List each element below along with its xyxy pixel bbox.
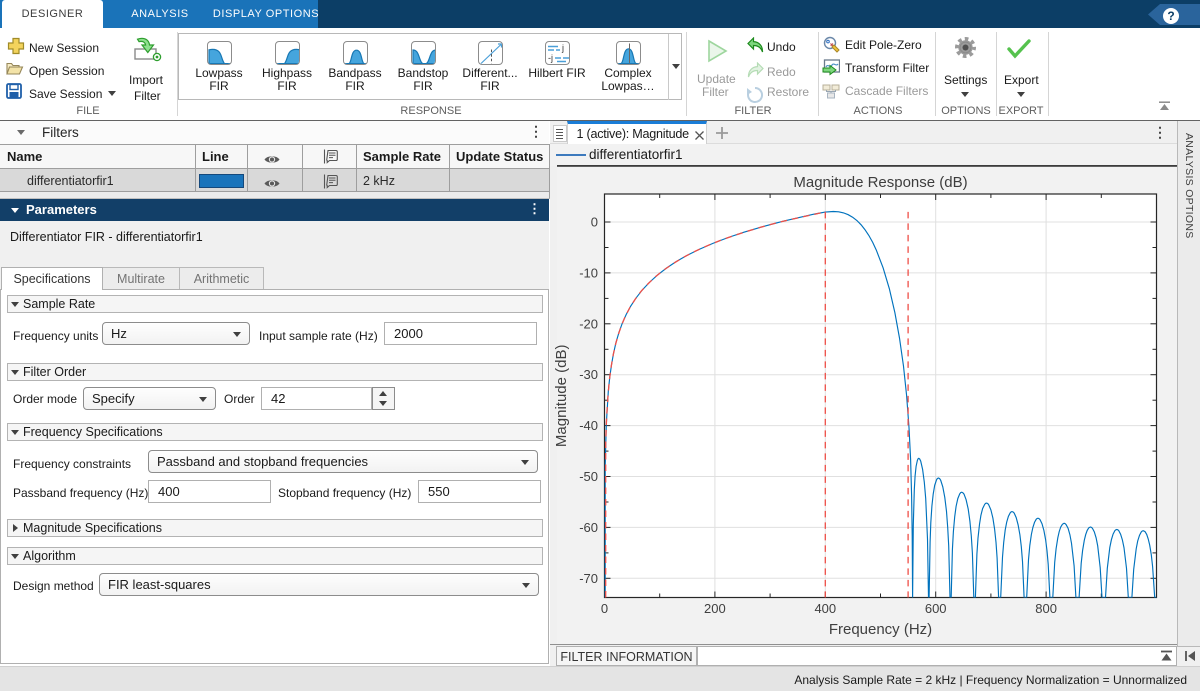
svg-text:-40: -40 (579, 418, 598, 433)
svg-text:-j: -j (548, 53, 553, 63)
svg-text:200: 200 (704, 601, 726, 616)
svg-text:-30: -30 (579, 367, 598, 382)
svg-text:-60: -60 (579, 520, 598, 535)
svg-text:800: 800 (1035, 601, 1057, 616)
svg-text:400: 400 (814, 601, 836, 616)
svg-text:-20: -20 (579, 316, 598, 331)
svg-text:Frequency (Hz): Frequency (Hz) (829, 621, 932, 638)
svg-text:Magnitude (dB): Magnitude (dB) (553, 345, 570, 448)
svg-text:0: 0 (591, 215, 598, 230)
svg-text:Magnitude Response (dB): Magnitude Response (dB) (793, 174, 967, 191)
svg-text:-70: -70 (579, 571, 598, 586)
svg-text:600: 600 (925, 601, 947, 616)
svg-text:-50: -50 (579, 469, 598, 484)
svg-text:0: 0 (601, 601, 608, 616)
svg-text:-10: -10 (579, 265, 598, 280)
svg-text:j: j (561, 43, 564, 53)
